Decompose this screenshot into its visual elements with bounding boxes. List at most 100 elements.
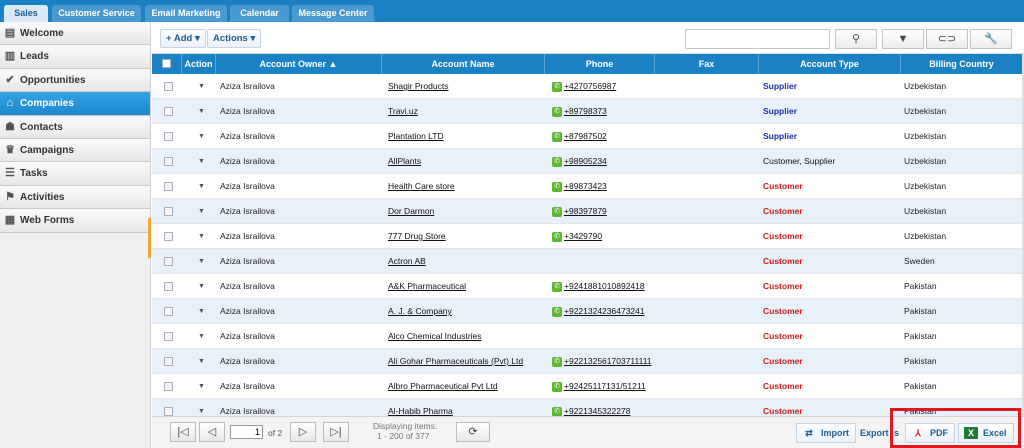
row-checkbox[interactable]: [164, 132, 173, 141]
phone-icon[interactable]: ✆: [552, 206, 562, 217]
table-row[interactable]: ▼ Aziza Israilova AllPlants ✆ +98905234 Custo…: [152, 149, 1022, 174]
account-name-link[interactable]: Dor Darmon: [388, 206, 434, 216]
row-checkbox[interactable]: [164, 357, 173, 366]
table-row[interactable]: ▼ Aziza Israilova A. J. & Company ✆ +9221324…: [152, 299, 1022, 324]
row-action-dropdown[interactable]: ▼: [198, 299, 205, 324]
account-name-link[interactable]: Ali Gohar Pharmaceuticals (Pvt) Ltd: [388, 356, 523, 366]
cell-account-name[interactable]: A&K Pharmaceutical: [388, 274, 544, 299]
table-row[interactable]: ▼ Aziza Israilova 777 Drug Store ✆ +3429790 C…: [152, 224, 1022, 249]
phone-icon[interactable]: ✆: [552, 306, 562, 317]
account-name-link[interactable]: AllPlants: [388, 156, 421, 166]
phone-icon[interactable]: ✆: [552, 281, 562, 292]
row-checkbox[interactable]: [164, 257, 173, 266]
row-action-dropdown[interactable]: ▼: [198, 224, 205, 249]
row-checkbox[interactable]: [164, 282, 173, 291]
tab-calendar[interactable]: Calendar: [230, 5, 289, 22]
row-action-dropdown[interactable]: ▼: [198, 99, 205, 124]
phone-link[interactable]: +3429790: [564, 231, 602, 241]
cell-account-name[interactable]: Al-Habib Pharma: [388, 399, 544, 416]
phone-icon[interactable]: ✆: [552, 356, 562, 367]
account-name-link[interactable]: A. J. & Company: [388, 306, 452, 316]
cell-account-name[interactable]: Shagir Products: [388, 74, 544, 99]
row-checkbox[interactable]: [164, 207, 173, 216]
sidebar-item-leads[interactable]: ▥ Leads: [0, 45, 150, 69]
refresh-button[interactable]: ⟳: [456, 422, 490, 442]
sidebar-item-companies[interactable]: ⌂ Companies: [0, 92, 150, 116]
tab-customer-service[interactable]: Customer Service: [52, 5, 141, 22]
row-checkbox[interactable]: [164, 332, 173, 341]
column-header-fax[interactable]: Fax: [655, 54, 759, 74]
phone-link[interactable]: +87987502: [564, 131, 607, 141]
row-action-dropdown[interactable]: ▼: [198, 349, 205, 374]
sidebar-item-campaigns[interactable]: ♛ Campaigns: [0, 138, 150, 163]
tab-sales[interactable]: Sales: [4, 5, 48, 22]
account-name-link[interactable]: Albro Pharmaceutical Pvt Ltd: [388, 381, 498, 391]
row-action-dropdown[interactable]: ▼: [198, 374, 205, 399]
phone-link[interactable]: +9241881010892418: [564, 281, 645, 291]
table-row[interactable]: ▼ Aziza Israilova Actron AB Customer Sweden: [152, 249, 1022, 274]
select-all-checkbox[interactable]: [162, 59, 171, 68]
cell-account-name[interactable]: Actron AB: [388, 249, 544, 274]
prev-page-button[interactable]: ◁: [199, 422, 225, 442]
cell-account-name[interactable]: Albro Pharmaceutical Pvt Ltd: [388, 374, 544, 399]
cell-account-name[interactable]: AllPlants: [388, 149, 544, 174]
phone-icon[interactable]: ✆: [552, 156, 562, 167]
phone-icon[interactable]: ✆: [552, 81, 562, 92]
row-checkbox[interactable]: [164, 182, 173, 191]
next-page-button[interactable]: ▷: [290, 422, 316, 442]
phone-link[interactable]: +98905234: [564, 156, 607, 166]
account-name-link[interactable]: A&K Pharmaceutical: [388, 281, 466, 291]
table-row[interactable]: ▼ Aziza Israilova A&K Pharmaceutical ✆ +9241…: [152, 274, 1022, 299]
column-header-billing-country[interactable]: Billing Country: [901, 54, 1022, 74]
phone-link[interactable]: +89873423: [564, 181, 607, 191]
search-input[interactable]: [685, 29, 830, 49]
search-button[interactable]: ⚲: [835, 29, 877, 49]
last-page-button[interactable]: ▷|: [323, 422, 349, 442]
sidebar-item-tasks[interactable]: ☰ Tasks: [0, 162, 150, 186]
cell-account-name[interactable]: Dor Darmon: [388, 199, 544, 224]
row-action-dropdown[interactable]: ▼: [198, 199, 205, 224]
cell-account-name[interactable]: 777 Drug Store: [388, 224, 544, 249]
account-name-link[interactable]: Shagir Products: [388, 81, 448, 91]
row-action-dropdown[interactable]: ▼: [198, 274, 205, 299]
row-action-dropdown[interactable]: ▼: [198, 399, 205, 416]
tab-email-marketing[interactable]: Email Marketing: [145, 5, 227, 22]
column-header-phone[interactable]: Phone: [545, 54, 655, 74]
table-row[interactable]: ▼ Aziza Israilova Travi.uz ✆ +89798373 Suppli…: [152, 99, 1022, 124]
sidebar-item-welcome[interactable]: ▤ Welcome: [0, 22, 150, 46]
add-button[interactable]: + Add ▾: [160, 29, 206, 48]
sidebar-item-web-forms[interactable]: ▦ Web Forms: [0, 209, 150, 233]
phone-link[interactable]: +4270756987: [564, 81, 616, 91]
table-row[interactable]: ▼ Aziza Israilova Ali Gohar Pharmaceutical…: [152, 349, 1022, 374]
cell-account-name[interactable]: Health Care store: [388, 174, 544, 199]
first-page-button[interactable]: |◁: [170, 422, 196, 442]
phone-link[interactable]: +92425117131/51211: [564, 381, 646, 391]
table-row[interactable]: ▼ Aziza Israilova Alco Chemical Industries…: [152, 324, 1022, 349]
import-button[interactable]: ⇄ Import: [796, 423, 856, 443]
link-button[interactable]: ⊂⊃: [926, 29, 968, 49]
phone-icon[interactable]: ✆: [552, 231, 562, 242]
account-name-link[interactable]: Alco Chemical Industries: [388, 331, 482, 341]
phone-icon[interactable]: ✆: [552, 131, 562, 142]
cell-account-name[interactable]: Travi.uz: [388, 99, 544, 124]
phone-link[interactable]: +98397879: [564, 206, 607, 216]
sidebar-item-contacts[interactable]: ☗ Contacts: [0, 115, 150, 139]
account-name-link[interactable]: Plantation LTD: [388, 131, 444, 141]
column-header-account-type[interactable]: Account Type: [759, 54, 901, 74]
phone-link[interactable]: +9221324236473241: [564, 306, 645, 316]
table-row[interactable]: ▼ Aziza Israilova Dor Darmon ✆ +98397879 Cust…: [152, 199, 1022, 224]
row-action-dropdown[interactable]: ▼: [198, 149, 205, 174]
cell-account-name[interactable]: Plantation LTD: [388, 124, 544, 149]
phone-icon[interactable]: ✆: [552, 381, 562, 392]
column-header-account-name[interactable]: Account Name: [382, 54, 545, 74]
sidebar-item-activities[interactable]: ⚑ Activities: [0, 185, 150, 210]
cell-account-name[interactable]: A. J. & Company: [388, 299, 544, 324]
tab-message-center[interactable]: Message Center: [292, 5, 374, 22]
cell-account-name[interactable]: Alco Chemical Industries: [388, 324, 544, 349]
row-action-dropdown[interactable]: ▼: [198, 74, 205, 99]
row-checkbox[interactable]: [164, 232, 173, 241]
column-header-account-owner[interactable]: Account Owner ▲: [216, 54, 382, 74]
row-checkbox[interactable]: [164, 407, 173, 416]
page-input[interactable]: [230, 425, 263, 439]
phone-link[interactable]: +922132561703711111: [564, 356, 652, 366]
